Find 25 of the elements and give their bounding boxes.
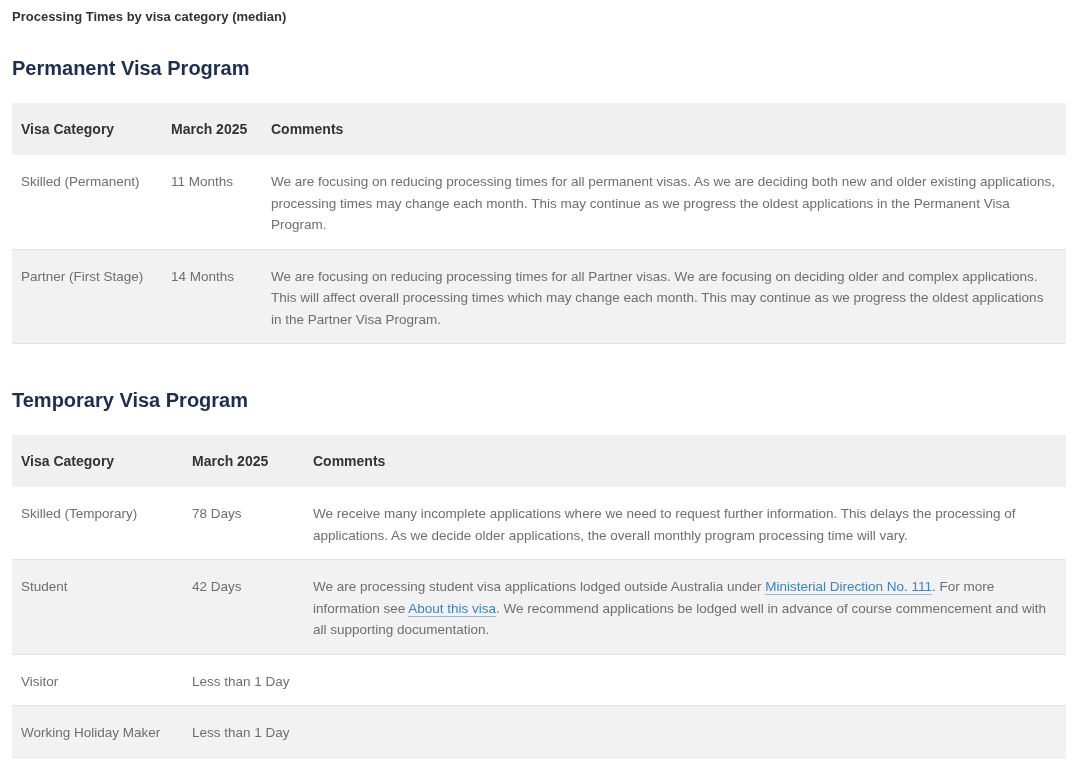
table-cell: Visitor xyxy=(12,654,183,706)
column-header: Visa Category xyxy=(12,435,183,487)
column-header: Comments xyxy=(304,435,1066,487)
comment-text: We are processing student visa applications lodged outside Australia under Ministerial Direction No. 111. For more information see About this visa. We recommend applications be lodged well in advance of course commencement and with all supporting documentation. xyxy=(313,578,1047,639)
comment-text: We receive many incomplete applications where we need to request further information. This delays the processing of applications. As we decide older applications, the overall monthly program processing time will vary. xyxy=(313,505,1017,545)
table-cell: Partner (First Stage) xyxy=(12,249,162,344)
column-header: Comments xyxy=(262,103,1066,155)
column-header: Visa Category xyxy=(12,103,162,155)
section-heading: Permanent Visa Program xyxy=(12,56,251,80)
table-cell: 11 Months xyxy=(162,155,262,249)
comment-text: We are focusing on reducing processing times for all Partner visas. We are focusing on deciding older and complex applications. This will affect overall processing times which may change each month. This may continue as we progress the oldest applications in the Partner Visa Program. xyxy=(271,267,1045,329)
table-cell: Working Holiday Maker xyxy=(12,705,183,757)
table-cell: Less than 1 Day xyxy=(183,654,304,706)
table-cell: 42 Days xyxy=(183,559,304,654)
column-header: March 2025 xyxy=(162,103,262,155)
table-cell: Less than 1 Day xyxy=(183,705,304,757)
page-caption: Processing Times by visa category (median) xyxy=(12,8,288,26)
section-heading: Temporary Visa Program xyxy=(12,388,250,412)
table-cell: Student xyxy=(12,559,183,654)
table-cell: 78 Days xyxy=(183,487,304,560)
comment-text: We are focusing on reducing processing times for all permanent visas. As we are deciding both new and older existing applications, processing times may change each month. This may continue as we progress the oldest applications in the Permanent Visa Program. xyxy=(271,173,1056,234)
table-cell: 14 Months xyxy=(162,249,262,344)
table-cell: Skilled (Temporary) xyxy=(12,487,183,560)
column-header: March 2025 xyxy=(183,435,304,487)
table-cell: Skilled (Permanent) xyxy=(12,155,162,249)
